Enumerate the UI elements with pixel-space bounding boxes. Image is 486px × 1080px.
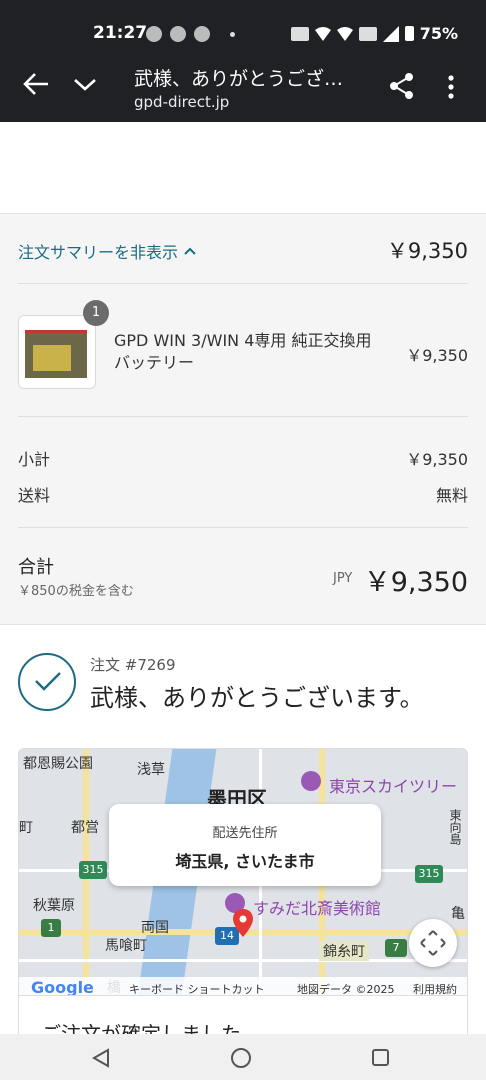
divider	[18, 283, 468, 284]
map-label-toei: 都営	[71, 820, 99, 836]
map-label-park: 都恩賜公園	[23, 756, 93, 772]
subtotal-label: 小計	[18, 450, 51, 469]
more-notifications-dot-icon	[230, 31, 235, 37]
page-url[interactable]: gpd-direct.jp	[134, 93, 229, 111]
status-bar: 21:27 75%	[0, 0, 486, 44]
route-1-shield: 1	[41, 919, 61, 937]
map-label-higashimukojima: 東向島	[448, 809, 462, 845]
header-space	[0, 122, 486, 214]
chat-icon	[170, 26, 186, 42]
divider	[18, 416, 468, 417]
line-icon	[194, 26, 210, 42]
battery-label-image	[33, 345, 71, 371]
auto-icon	[290, 26, 309, 41]
facebook-icon	[146, 26, 162, 42]
notification-icons	[146, 26, 235, 42]
map-label-asakusa: 浅草	[137, 762, 165, 778]
route-315-shield: 315	[415, 865, 443, 883]
chevron-down-icon[interactable]	[72, 74, 98, 94]
shipping-label: 送料	[18, 486, 51, 505]
skytree-poi-icon[interactable]	[301, 771, 321, 791]
street	[19, 959, 467, 962]
nav-back-icon[interactable]	[92, 1048, 110, 1068]
subtotal-value: ￥9,350	[406, 450, 468, 469]
share-icon[interactable]	[388, 72, 416, 100]
check-circle-icon	[18, 653, 76, 711]
battery-image	[25, 330, 87, 378]
map-label-hokusai[interactable]: すみだ北斎美術館	[253, 895, 381, 919]
location-pin-icon[interactable]	[233, 909, 253, 937]
keyboard-shortcuts-link[interactable]: キーボード ショートカット	[129, 981, 265, 995]
terms-link[interactable]: 利用規約	[413, 981, 457, 995]
map-label-kinshicho: 錦糸町	[319, 941, 369, 961]
wifi-icon	[314, 26, 331, 41]
popup-address: 埼玉県, さいたま市	[175, 852, 315, 871]
address-popup: 配送先住所 埼玉県, さいたま市	[109, 804, 381, 886]
map-label-bakurocho: 馬喰町	[105, 938, 147, 954]
summary-total: ￥9,350	[386, 239, 468, 263]
map-footer: Google キーボード ショートカット 地図データ ©2025 利用規約	[19, 977, 467, 996]
product-price: ￥9,350	[406, 346, 468, 365]
product-thumbnail: 1	[18, 300, 109, 389]
toggle-label: 注文サマリーを非表示	[18, 243, 179, 262]
order-summary: 注文サマリーを非表示 ￥9,350 1 GPD WIN 3/WIN 4専用 純正…	[0, 214, 486, 625]
currency-code: JPY	[333, 571, 353, 586]
hide-summary-toggle[interactable]: 注文サマリーを非表示	[18, 239, 196, 263]
delivery-map[interactable]: 都恩賜公園 浅草 墨田区 東京スカイツリー 町 都営 315 315 東向島 秋…	[18, 748, 468, 996]
thank-you-heading: 武様、ありがとうございます。	[90, 684, 424, 712]
fullscreen-button[interactable]	[409, 919, 457, 967]
order-number: 注文 #7269	[90, 656, 176, 674]
map-data-attribution: 地図データ ©2025	[297, 983, 395, 996]
nav-recents-icon[interactable]	[372, 1049, 389, 1066]
more-vert-icon[interactable]	[444, 74, 458, 100]
system-icons: 75%	[290, 24, 458, 43]
map-label-ryogoku: 両国	[141, 920, 169, 936]
browser-toolbar: 武様、ありがとうござ… gpd-direct.jp	[0, 44, 486, 122]
map-label-cho: 町	[19, 820, 33, 836]
system-navigation-bar	[0, 1034, 486, 1080]
page-title: 武様、ありがとうござ…	[134, 68, 344, 90]
confirmation-card: ご注文が確定しました	[18, 996, 468, 1036]
route-7-shield: 7	[385, 939, 407, 957]
chevron-up-icon	[184, 247, 196, 255]
battery-percent: 75%	[419, 24, 458, 43]
back-arrow-icon[interactable]	[22, 72, 50, 96]
tax-note: ￥850の税金を含む	[18, 584, 134, 599]
status-time: 21:27	[93, 23, 148, 43]
google-logo: Google	[31, 978, 94, 996]
grand-total: ￥9,350	[363, 567, 468, 598]
nav-home-icon[interactable]	[231, 1048, 251, 1068]
total-label: 合計	[18, 557, 54, 578]
popup-title: 配送先住所	[212, 826, 278, 841]
volte-icon	[358, 26, 377, 41]
divider	[18, 527, 468, 528]
shipping-value: 無料	[435, 486, 468, 505]
product-name: GPD WIN 3/WIN 4専用 純正交換用バッテリー	[114, 331, 372, 372]
checkmark-icon	[35, 672, 61, 691]
route-315-shield: 315	[79, 861, 107, 879]
signal-icon	[382, 25, 399, 42]
map-label-akihabara: 秋葉原	[33, 898, 75, 914]
quantity-badge: 1	[83, 300, 109, 326]
map-label-skytree[interactable]: 東京スカイツリー	[329, 773, 457, 797]
expand-icon	[420, 930, 446, 956]
battery-icon	[404, 26, 414, 41]
wifi-2-icon	[336, 26, 353, 41]
